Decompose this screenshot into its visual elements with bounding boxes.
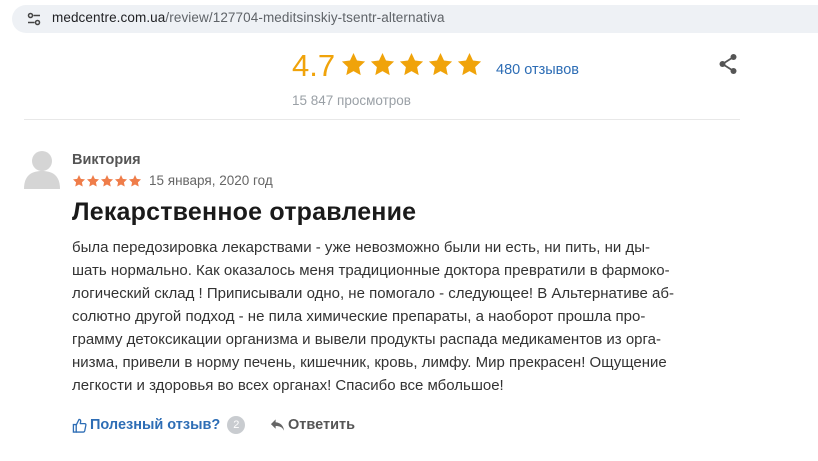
star-icon	[128, 175, 142, 187]
review-stars	[72, 174, 142, 188]
url-text[interactable]: medcentre.com.ua/review/127704-meditsins…	[52, 10, 445, 25]
review-line: солютно другой подход - не пила химическ…	[72, 308, 646, 325]
review-author[interactable]: Виктория	[72, 152, 141, 168]
divider	[24, 119, 740, 120]
review-body: была передозировка лекарствами - уже нев…	[72, 236, 752, 397]
helpful-button[interactable]: Полезный отзыв? 2	[72, 415, 246, 435]
star-icon	[457, 53, 482, 76]
address-bar: medcentre.com.ua/review/127704-meditsins…	[0, 0, 818, 38]
tune-icon[interactable]	[26, 11, 42, 27]
star-icon	[341, 53, 366, 76]
views-count: 15 847 просмотров	[292, 93, 411, 108]
helpful-label: Полезный отзыв?	[90, 417, 221, 433]
review-line: грамму детоксикации организма и вывели п…	[72, 331, 661, 348]
review-line: шать нормально. Как оказалось меня тради…	[72, 262, 670, 279]
url-domain: medcentre.com.ua	[52, 10, 166, 25]
reply-button[interactable]: Ответить	[270, 415, 355, 435]
review-line: была передозировка лекарствами - уже нев…	[72, 239, 650, 256]
review-line: низма, привели в норму печень, кишечник,…	[72, 354, 667, 371]
star-icon	[72, 175, 86, 187]
url-path: /review/127704-meditsinskiy-tsentr-alter…	[165, 10, 445, 25]
review-date: 15 января, 2020 год	[149, 173, 273, 188]
review-line: логический склад ! Приписывали одно, не …	[72, 285, 674, 302]
star-icon	[370, 53, 395, 76]
star-icon	[100, 175, 114, 187]
review-line: легкости и здоровья во всех органах! Спа…	[72, 377, 504, 394]
helpful-count-badge: 2	[227, 416, 246, 434]
share-icon[interactable]	[718, 53, 738, 75]
rating-stars	[340, 51, 485, 79]
reviews-count-link[interactable]: 480 отзывов	[496, 62, 579, 78]
star-icon	[86, 175, 100, 187]
star-icon	[399, 53, 424, 76]
reply-arrow-icon	[270, 419, 285, 431]
star-icon	[428, 53, 453, 76]
star-icon	[114, 175, 128, 187]
reply-label: Ответить	[288, 417, 356, 433]
thumbs-up-icon	[72, 418, 87, 433]
avatar-icon	[24, 151, 60, 189]
rating-value: 4.7	[292, 48, 336, 83]
review-title: Лекарственное отравление	[72, 198, 417, 226]
